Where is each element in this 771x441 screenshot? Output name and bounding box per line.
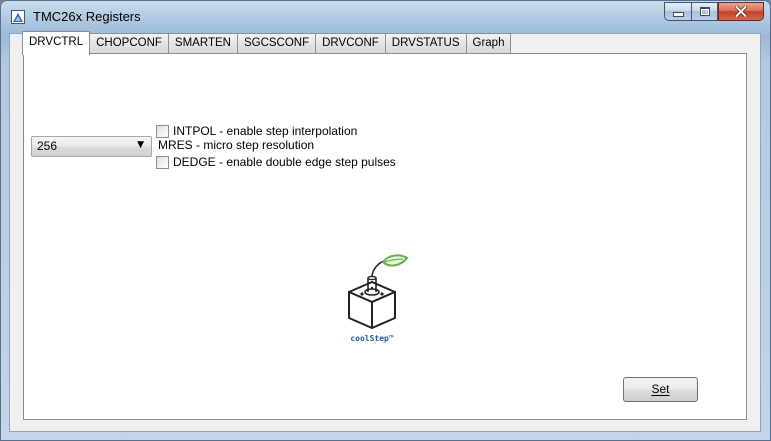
maximize-button[interactable] — [691, 2, 718, 21]
caption-buttons — [664, 2, 764, 21]
tab-chopconf[interactable]: CHOPCONF — [89, 33, 169, 54]
intpol-checkbox[interactable] — [156, 124, 169, 138]
logo-text: coolStep™ — [350, 334, 394, 343]
mres-value: 256 — [37, 139, 58, 153]
tab-drvconf[interactable]: DRVCONF — [315, 33, 386, 54]
app-icon — [11, 10, 25, 24]
close-icon — [735, 6, 747, 17]
coolstep-logo: coolStep™ — [327, 252, 417, 352]
tab-drvctrl[interactable]: DRVCTRL — [22, 31, 91, 55]
dropdown-arrow-icon: ▼ — [137, 140, 144, 150]
tab-panel-drvctrl: INTPOL - enable step interpolation DEDGE… — [23, 53, 747, 420]
tab-graph[interactable]: Graph — [465, 33, 512, 54]
mres-select[interactable]: 256 ▼ — [31, 136, 152, 157]
title-bar[interactable]: TMC26x Registers — [1, 1, 770, 33]
intpol-label[interactable]: INTPOL - enable step interpolation — [173, 124, 357, 138]
dedge-checkbox[interactable] — [156, 155, 169, 169]
minimize-icon — [672, 12, 684, 17]
intpol-row: INTPOL - enable step interpolation — [156, 124, 357, 138]
maximize-icon — [699, 7, 710, 16]
dedge-row: DEDGE - enable double edge step pulses — [156, 155, 396, 169]
set-button-label: Set — [651, 382, 670, 396]
tab-drvstatus[interactable]: DRVSTATUS — [384, 33, 467, 54]
close-button[interactable] — [718, 2, 764, 21]
tab-smarten[interactable]: SMARTEN — [167, 33, 238, 54]
tab-sgcsconf[interactable]: SGCSCONF — [236, 33, 317, 54]
stepper-motor-icon — [348, 254, 409, 329]
window-title: TMC26x Registers — [33, 9, 141, 24]
minimize-button[interactable] — [664, 2, 691, 21]
dedge-label[interactable]: DEDGE - enable double edge step pulses — [173, 155, 396, 169]
app-window: TMC26x Registers DRVCTRL CHOPCONF SMARTE… — [0, 0, 771, 441]
tab-strip: DRVCTRL CHOPCONF SMARTEN SGCSCONF DRVCON… — [22, 30, 512, 55]
mres-label: MRES - micro step resolution — [158, 138, 315, 152]
set-button[interactable]: Set — [623, 377, 698, 402]
